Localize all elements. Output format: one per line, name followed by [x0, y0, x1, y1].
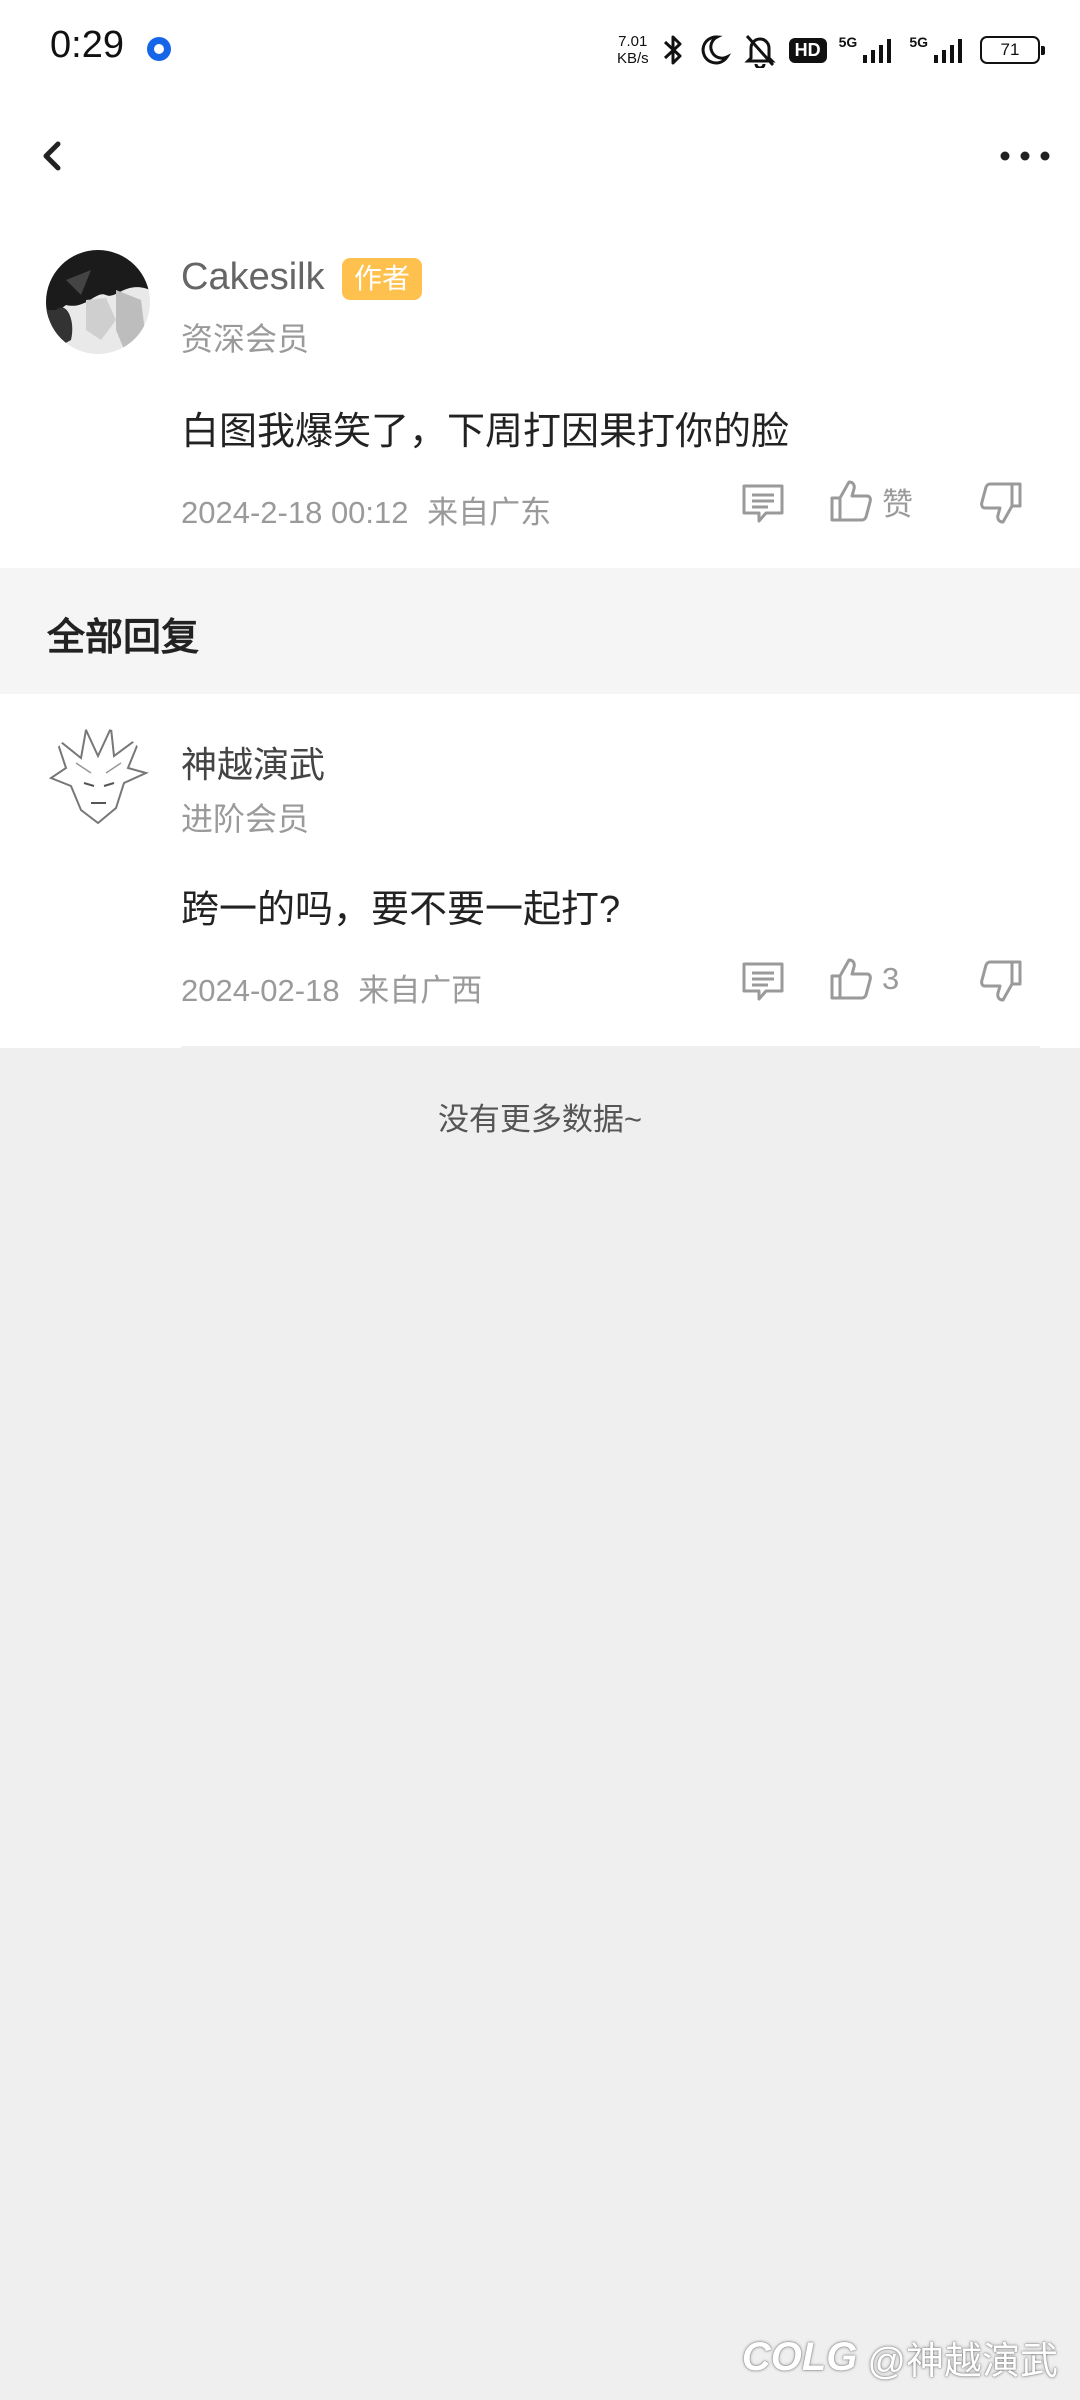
- more-options-button[interactable]: [990, 128, 1060, 184]
- thumbs-up-icon: [830, 958, 872, 1000]
- no-more-data-text: 没有更多数据~: [437, 1102, 643, 1137]
- reply-like-button[interactable]: 3: [828, 956, 899, 1002]
- silent-bell-icon: [744, 34, 776, 68]
- avatar-image: [46, 728, 150, 832]
- divider: [181, 1046, 1040, 1048]
- signal-icon-1: [863, 39, 892, 63]
- back-button[interactable]: [30, 128, 80, 184]
- dislike-button[interactable]: [978, 480, 1024, 526]
- battery-icon: 71: [980, 36, 1045, 64]
- like-label: 赞: [882, 486, 913, 522]
- main-comment: Cakesilk 作者 资深会员 白图我爆笑了，下周打因果打你的脸 2024-2…: [0, 210, 1080, 568]
- comment-text: 白图我爆笑了，下周打因果打你的脸: [181, 411, 790, 453]
- reply-location: 来自广西: [358, 973, 483, 1008]
- comment-icon: [742, 962, 784, 1001]
- thumbs-down-icon: [980, 482, 1022, 524]
- status-bar: 0:29 7.01 KB/s HD 5G 5G 71: [0, 0, 1080, 100]
- like-button[interactable]: 赞: [828, 478, 913, 524]
- author-name[interactable]: Cakesilk: [181, 256, 325, 299]
- bluetooth-icon: [663, 35, 682, 65]
- watermark-logo: COLG: [741, 2335, 858, 2379]
- notification-app-icon: [147, 37, 171, 61]
- reply-reply-button[interactable]: [740, 958, 786, 1004]
- do-not-disturb-moon-icon: [701, 35, 731, 65]
- network-type-1: 5G: [838, 34, 858, 50]
- net-speed-value: 7.01: [618, 33, 648, 50]
- reply-item: 神越演武 进阶会员 跨一的吗，要不要一起打? 2024-02-18 来自广西 3: [0, 694, 1080, 1048]
- reply-button[interactable]: [740, 480, 786, 526]
- status-icons: 7.01 KB/s HD 5G 5G 71: [617, 28, 1045, 72]
- thumbs-down-icon: [980, 960, 1022, 1002]
- watermark: COLG @神越演武: [742, 2330, 1058, 2385]
- all-replies-header: 全部回复: [0, 568, 1080, 694]
- net-speed-unit: KB/s: [616, 50, 649, 67]
- hd-voice-badge: HD: [788, 37, 827, 63]
- thumbs-up-icon: [830, 480, 872, 522]
- chevron-left-icon: [43, 141, 61, 171]
- comment-date: 2024-2-18 00:12: [181, 495, 409, 530]
- comment-location: 来自广东: [427, 495, 552, 530]
- member-level: 资深会员: [181, 321, 310, 357]
- reply-author-name[interactable]: 神越演武: [181, 736, 325, 788]
- reply-text: 跨一的吗，要不要一起打?: [181, 889, 621, 931]
- reply-member-level: 进阶会员: [181, 801, 310, 837]
- net-speed: 7.01 KB/s: [617, 33, 649, 67]
- reply-author-avatar[interactable]: [46, 728, 150, 832]
- author-badge: 作者: [342, 258, 423, 300]
- status-time: 0:29: [50, 24, 124, 66]
- comment-icon: [742, 484, 784, 523]
- more-dots-icon: [1000, 151, 1050, 161]
- section-title: 全部回复: [47, 617, 200, 659]
- reply-meta: 2024-02-18 来自广西: [181, 965, 482, 1010]
- comment-meta: 2024-2-18 00:12 来自广东: [181, 487, 551, 532]
- reply-date: 2024-02-18: [181, 973, 340, 1008]
- watermark-user: @神越演武: [867, 2341, 1058, 2383]
- like-count: 3: [882, 961, 900, 996]
- signal-icon-2: [934, 39, 962, 63]
- network-type-2: 5G: [909, 34, 928, 50]
- battery-level: 71: [1000, 40, 1020, 59]
- nav-bar: [0, 100, 1080, 210]
- author-avatar[interactable]: [46, 250, 150, 354]
- reply-dislike-button[interactable]: [978, 958, 1024, 1004]
- avatar-image: [46, 250, 150, 354]
